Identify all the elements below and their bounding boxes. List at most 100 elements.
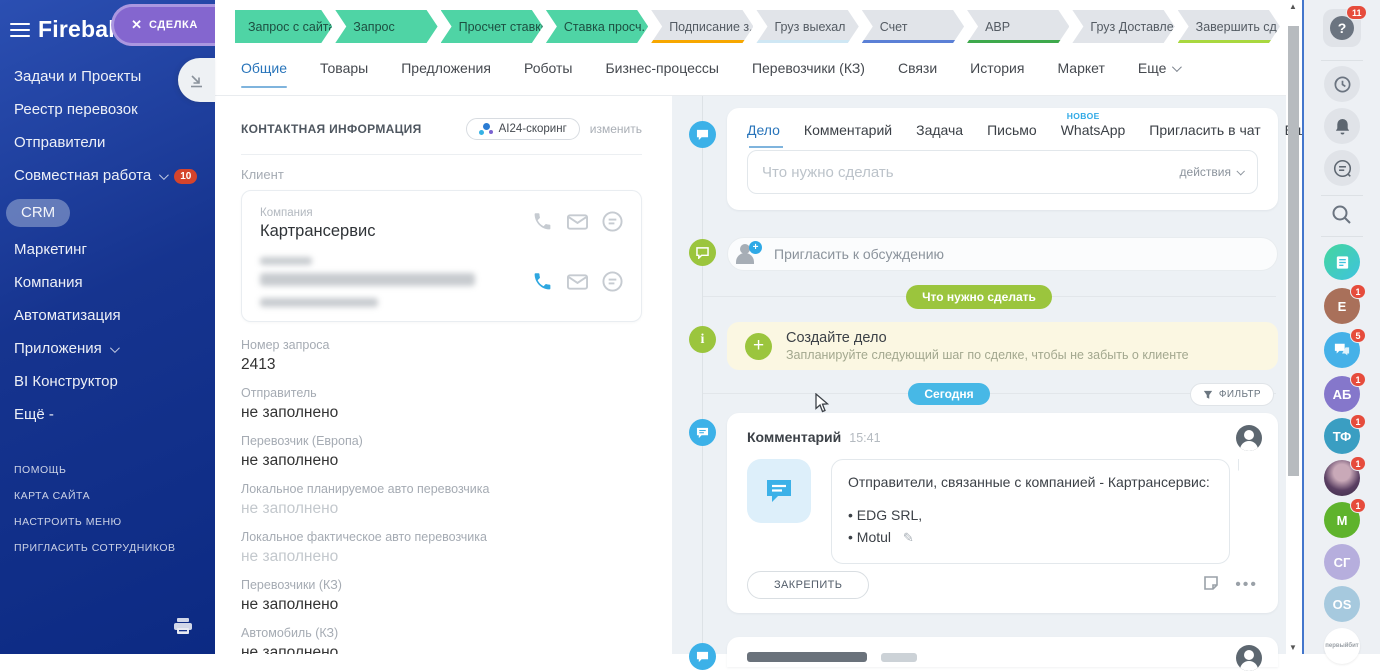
sidebar-item-marketing[interactable]: Маркетинг bbox=[14, 240, 215, 260]
stage-cargo-delivered[interactable]: Груз Доставлен bbox=[1072, 10, 1174, 43]
sidebar-footer-help[interactable]: ПОМОЩЬ bbox=[14, 464, 215, 476]
composer-chat-icon bbox=[689, 121, 716, 148]
composer-tab-activity[interactable]: Дело bbox=[747, 122, 780, 148]
stage-invoice[interactable]: Счет bbox=[862, 10, 964, 43]
timeline-next-entry-partial bbox=[727, 637, 1278, 667]
stage-request[interactable]: Запрос bbox=[335, 10, 437, 43]
collapse-sidebar-button[interactable] bbox=[178, 58, 215, 102]
scroll-down-arrow[interactable]: ▼ bbox=[1289, 643, 1297, 652]
sidebar-item-senders[interactable]: Отправители bbox=[14, 133, 215, 153]
help-button[interactable]: ? 11 bbox=[1323, 9, 1361, 47]
field-sender[interactable]: Отправитель не заполнено bbox=[241, 386, 642, 422]
tab-products[interactable]: Товары bbox=[320, 60, 368, 88]
stage-signing[interactable]: Подписание з... bbox=[651, 10, 753, 43]
search-button[interactable] bbox=[1330, 203, 1354, 232]
tab-links[interactable]: Связи bbox=[898, 60, 937, 88]
invite-to-discussion[interactable]: + Пригласить к обсуждению bbox=[727, 237, 1278, 271]
stage-avr[interactable]: АВР bbox=[967, 10, 1069, 43]
sidebar-item-more[interactable]: Ещё - bbox=[14, 405, 215, 425]
note-icon[interactable] bbox=[1203, 575, 1219, 596]
chat-icon[interactable] bbox=[602, 271, 623, 297]
field-local-actual-vehicle[interactable]: Локальное фактическое авто перевозчика н… bbox=[241, 530, 642, 566]
sidebar-item-apps[interactable]: Приложения bbox=[14, 339, 215, 359]
tab-carriers-kz[interactable]: Перевозчики (КЗ) bbox=[752, 60, 865, 88]
stage-request-from-site[interactable]: Запрос с сайта bbox=[235, 10, 332, 43]
stage-close-deal[interactable]: Завершить сд... bbox=[1178, 10, 1280, 43]
edit-link[interactable]: изменить bbox=[590, 122, 642, 136]
company-name[interactable]: Картрансервис bbox=[260, 222, 532, 241]
phone-icon[interactable] bbox=[532, 211, 553, 237]
rail-divider bbox=[1321, 236, 1363, 237]
tab-robots[interactable]: Роботы bbox=[524, 60, 572, 88]
author-avatar[interactable] bbox=[1236, 425, 1262, 451]
sidebar-footer-sitemap[interactable]: КАРТА САЙТА bbox=[14, 490, 215, 502]
history-clock-button[interactable] bbox=[1324, 66, 1360, 102]
activity-input[interactable]: Что нужно сделать действия bbox=[747, 150, 1258, 194]
tab-general[interactable]: Общие bbox=[241, 60, 287, 88]
user-avatar[interactable]: СГ bbox=[1324, 544, 1360, 580]
composer-tab-email[interactable]: Письмо bbox=[987, 122, 1037, 148]
menu-hamburger-icon[interactable] bbox=[10, 19, 30, 41]
tab-business-processes[interactable]: Бизнес-процессы bbox=[605, 60, 718, 88]
more-options-icon[interactable]: ••• bbox=[1235, 581, 1258, 589]
tab-history[interactable]: История bbox=[970, 60, 1024, 88]
close-deal-button[interactable]: ✕ СДЕЛКА bbox=[111, 4, 215, 46]
vertical-scrollbar[interactable]: ▲ ▼ bbox=[1286, 0, 1302, 654]
field-carriers-kz[interactable]: Перевозчики (КЗ) не заполнено bbox=[241, 578, 642, 614]
sidebar-item-crm[interactable]: CRM bbox=[14, 199, 215, 227]
tab-more[interactable]: Еще bbox=[1138, 60, 1180, 88]
ai-scoring-button[interactable]: AI24-скоринг bbox=[466, 118, 580, 140]
hint-title[interactable]: Создайте дело bbox=[786, 330, 1189, 346]
add-activity-button[interactable]: + bbox=[745, 333, 772, 360]
printer-icon[interactable] bbox=[173, 617, 193, 640]
funnel-icon bbox=[1203, 390, 1213, 400]
invite-placeholder: Пригласить к обсуждению bbox=[774, 246, 944, 262]
scroll-thumb[interactable] bbox=[1288, 26, 1299, 476]
date-badge[interactable]: Сегодня bbox=[908, 383, 989, 405]
chat-avatar[interactable]: 5 bbox=[1324, 332, 1360, 368]
user-avatar[interactable]: OS bbox=[1324, 586, 1360, 622]
user-avatar[interactable]: М 1 bbox=[1324, 502, 1360, 538]
news-feed-button[interactable] bbox=[1324, 244, 1360, 280]
scroll-up-arrow[interactable]: ▲ bbox=[1289, 2, 1297, 11]
pin-button[interactable]: ЗАКРЕПИТЬ bbox=[747, 571, 869, 599]
todo-badge[interactable]: Что нужно сделать bbox=[906, 285, 1052, 309]
stage-rate-calculated[interactable]: Ставка просч... bbox=[546, 10, 648, 43]
user-avatar[interactable]: ТФ 1 bbox=[1324, 418, 1360, 454]
chat-icon[interactable] bbox=[602, 211, 623, 237]
tab-quotes[interactable]: Предложения bbox=[401, 60, 491, 88]
composer-tab-invite-to-chat[interactable]: Пригласить в чат bbox=[1149, 122, 1260, 148]
stage-cargo-departed[interactable]: Груз выехал bbox=[756, 10, 858, 43]
edit-pencil-icon[interactable]: ✎ bbox=[903, 530, 914, 545]
field-carrier-europe[interactable]: Перевозчик (Европа) не заполнено bbox=[241, 434, 642, 470]
blurred-contact-label bbox=[260, 257, 312, 265]
sidebar-footer-configure-menu[interactable]: НАСТРОИТЬ МЕНЮ bbox=[14, 516, 215, 528]
sidebar-item-collaboration[interactable]: Совместная работа 10 bbox=[14, 166, 215, 186]
composer-tab-comment[interactable]: Комментарий bbox=[804, 122, 892, 148]
filter-button[interactable]: ФИЛЬТР bbox=[1190, 383, 1274, 406]
stage-rate-calc[interactable]: Просчет ставки bbox=[441, 10, 543, 43]
tab-market[interactable]: Маркет bbox=[1057, 60, 1104, 88]
user-photo-avatar[interactable]: 1 bbox=[1324, 460, 1360, 496]
sidebar-item-company[interactable]: Компания bbox=[14, 273, 215, 293]
sidebar-item-bi-builder[interactable]: BI Конструктор bbox=[14, 372, 215, 392]
composer-tab-task[interactable]: Задача bbox=[916, 122, 963, 148]
field-local-planned-vehicle[interactable]: Локальное планируемое авто перевозчика н… bbox=[241, 482, 642, 518]
email-icon[interactable] bbox=[567, 274, 588, 295]
user-avatar[interactable]: АБ 1 bbox=[1324, 376, 1360, 412]
sidebar-footer-invite-employees[interactable]: ПРИГЛАСИТЬ СОТРУДНИКОВ bbox=[14, 542, 215, 554]
messenger-button[interactable] bbox=[1324, 150, 1360, 186]
user-avatar[interactable]: E 1 bbox=[1324, 288, 1360, 324]
partner-logo-avatar[interactable]: первыйбит bbox=[1324, 628, 1360, 664]
sidebar-item-transport-registry[interactable]: Реестр перевозок bbox=[14, 100, 215, 120]
composer-tab-whatsapp[interactable]: НОВОЕ WhatsApp bbox=[1061, 122, 1126, 148]
email-icon[interactable] bbox=[567, 214, 588, 235]
notifications-bell-button[interactable] bbox=[1324, 108, 1360, 144]
author-avatar[interactable] bbox=[1236, 645, 1262, 671]
field-request-number[interactable]: Номер запроса 2413 bbox=[241, 338, 642, 374]
phone-icon[interactable] bbox=[532, 271, 553, 297]
actions-dropdown[interactable]: действия bbox=[1180, 165, 1243, 179]
contact-info-panel: КОНТАКТНАЯ ИНФОРМАЦИЯ AI24-скоринг измен… bbox=[215, 96, 672, 654]
sidebar-item-automation[interactable]: Автоматизация bbox=[14, 306, 215, 326]
field-vehicle-kz[interactable]: Автомобиль (КЗ) не заполнено bbox=[241, 626, 642, 654]
